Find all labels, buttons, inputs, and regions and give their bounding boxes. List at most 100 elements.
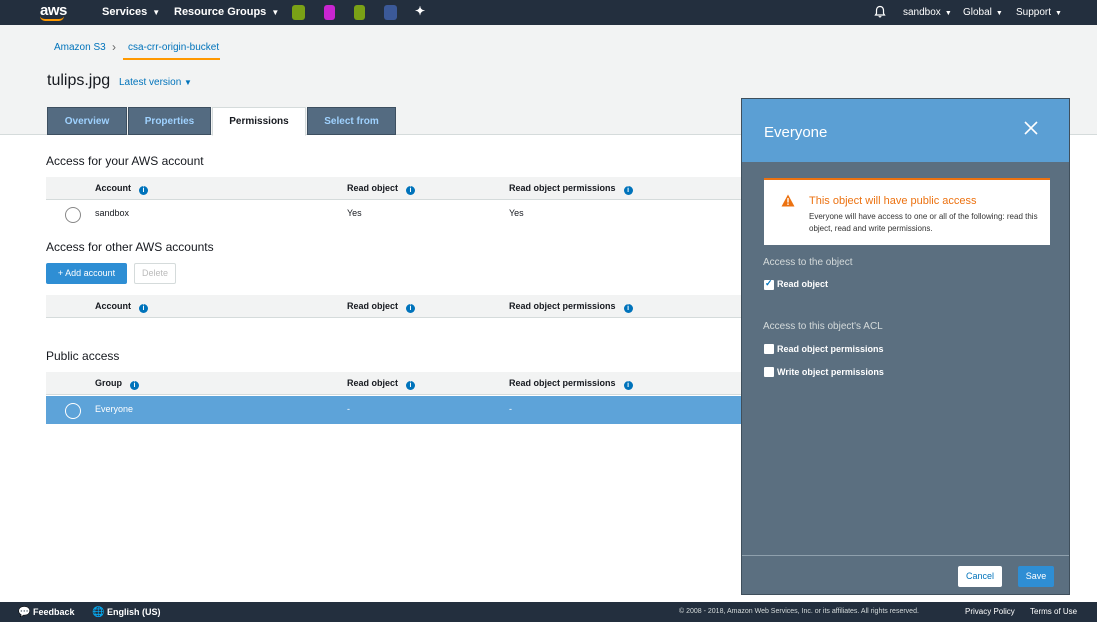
- chevron-down-icon: ▼: [271, 8, 280, 17]
- aws-logo-smile: [40, 16, 64, 21]
- account-label: sandbox: [903, 7, 941, 18]
- public-access-table-header: Group i Read object i Read object permissi…: [46, 372, 741, 395]
- col-read-permissions: Read object permissions i: [509, 301, 633, 313]
- chevron-down-icon: ▼: [944, 10, 952, 17]
- write-permissions-label[interactable]: Write object permissions: [777, 367, 884, 377]
- delete-button: Delete: [134, 263, 176, 284]
- cancel-button[interactable]: Cancel: [958, 566, 1002, 587]
- privacy-policy-link[interactable]: Privacy Policy: [965, 607, 1015, 616]
- footer: 💬 Feedback 🌐 English (US) © 2008 - 2018,…: [0, 602, 1097, 622]
- support-label: Support: [1016, 7, 1052, 18]
- panel-title: Everyone: [764, 124, 828, 141]
- write-permissions-checkbox[interactable]: [764, 367, 774, 377]
- acl-access-label: Access to this object's ACL: [763, 321, 883, 332]
- read-permissions-cell: Yes: [509, 208, 524, 218]
- col-account-label: Account: [95, 301, 131, 311]
- read-permissions-cell: -: [509, 404, 512, 414]
- col-group-label: Group: [95, 378, 122, 388]
- account-menu[interactable]: sandbox ▼: [903, 7, 952, 18]
- breadcrumb-amazon-s3[interactable]: Amazon S3: [54, 42, 106, 53]
- row-select-radio[interactable]: [65, 207, 81, 223]
- resource-groups-menu[interactable]: Resource Groups ▼: [174, 6, 279, 18]
- info-icon[interactable]: i: [406, 304, 416, 313]
- info-icon[interactable]: i: [406, 186, 416, 195]
- panel-footer-divider: [742, 555, 1069, 556]
- support-menu[interactable]: Support ▼: [1016, 7, 1062, 18]
- codecommit-icon[interactable]: [354, 5, 365, 20]
- col-read-permissions-label: Read object permissions: [509, 183, 616, 193]
- col-account: Account i: [95, 183, 148, 195]
- page-title: tulips.jpg: [47, 72, 111, 89]
- resource-groups-label: Resource Groups: [174, 6, 267, 18]
- info-icon[interactable]: i: [406, 381, 416, 390]
- feedback-link[interactable]: 💬 Feedback: [18, 607, 75, 618]
- save-button[interactable]: Save: [1018, 566, 1054, 587]
- read-permissions-checkbox[interactable]: [764, 344, 774, 354]
- panel-header: Everyone: [742, 99, 1069, 162]
- info-icon[interactable]: i: [623, 186, 633, 195]
- read-permissions-label[interactable]: Read object permissions: [777, 344, 884, 354]
- close-icon[interactable]: [1022, 119, 1040, 137]
- col-group: Group i: [95, 378, 139, 390]
- group-cell: Everyone: [95, 404, 134, 414]
- pin-icon[interactable]: ✦: [415, 4, 425, 18]
- col-read-permissions: Read object permissions i: [509, 183, 633, 195]
- version-dropdown[interactable]: Latest version ▼: [119, 77, 192, 88]
- warning-icon: [781, 194, 795, 207]
- info-icon[interactable]: i: [139, 304, 148, 313]
- breadcrumb-active-indicator: [123, 58, 220, 60]
- services-menu[interactable]: Services ▼: [102, 6, 160, 18]
- alert-body: Everyone will have access to one or all …: [809, 212, 1038, 233]
- public-access-heading: Public access: [46, 349, 120, 363]
- globe-icon: 🌐: [92, 607, 105, 618]
- notification-bell-icon[interactable]: [873, 5, 887, 19]
- copyright-text: © 2008 - 2018, Amazon Web Services, Inc.…: [679, 608, 919, 615]
- read-object-cell: Yes: [347, 208, 362, 218]
- col-read-object-label: Read object: [347, 378, 399, 388]
- services-label: Services: [102, 6, 148, 18]
- col-account-label: Account: [95, 183, 131, 193]
- region-label: Global: [963, 7, 992, 18]
- tab-permissions[interactable]: Permissions: [212, 107, 306, 136]
- row-select-radio[interactable]: [65, 403, 81, 419]
- own-account-table-header: Account i Read object i Read object permis…: [46, 177, 741, 200]
- chevron-down-icon: ▼: [152, 8, 161, 17]
- tab-select-from[interactable]: Select from: [307, 107, 396, 135]
- col-read-object: Read object i: [347, 183, 416, 195]
- region-menu[interactable]: Global ▼: [963, 7, 1003, 18]
- codepipeline-icon[interactable]: [324, 5, 335, 20]
- own-account-heading: Access for your AWS account: [46, 154, 204, 168]
- col-read-permissions-label: Read object permissions: [509, 301, 616, 311]
- info-icon[interactable]: i: [623, 304, 633, 313]
- col-read-object-label: Read object: [347, 183, 399, 193]
- breadcrumb-bucket[interactable]: csa-crr-origin-bucket: [128, 42, 219, 53]
- col-read-object-label: Read object: [347, 301, 399, 311]
- public-access-alert: This object will have public access Ever…: [764, 178, 1050, 245]
- tab-overview[interactable]: Overview: [47, 107, 127, 135]
- info-icon[interactable]: i: [139, 186, 148, 195]
- table-row-everyone[interactable]: [46, 396, 741, 424]
- chevron-down-icon: ▼: [1055, 10, 1062, 17]
- info-icon[interactable]: i: [130, 381, 139, 390]
- terms-of-use-link[interactable]: Terms of Use: [1030, 607, 1077, 616]
- col-read-permissions: Read object permissions i: [509, 378, 633, 390]
- col-read-object: Read object i: [347, 301, 416, 313]
- account-cell: sandbox: [95, 208, 130, 218]
- chevron-down-icon: ▼: [184, 78, 192, 87]
- cloud9-icon[interactable]: [292, 5, 305, 20]
- object-access-label: Access to the object: [763, 257, 853, 268]
- breadcrumb-separator-icon: ›: [112, 40, 116, 54]
- alert-title: This object will have public access: [809, 195, 977, 207]
- ec2-icon[interactable]: [384, 5, 397, 20]
- tab-properties[interactable]: Properties: [128, 107, 211, 135]
- read-object-label[interactable]: Read object: [777, 279, 828, 289]
- feedback-label: Feedback: [32, 607, 75, 617]
- add-account-button[interactable]: + Add account: [46, 263, 127, 284]
- chevron-down-icon: ▼: [995, 10, 1003, 17]
- info-icon[interactable]: i: [623, 381, 633, 390]
- language-selector[interactable]: 🌐 English (US): [92, 607, 160, 618]
- language-label: English (US): [106, 607, 161, 617]
- read-object-checkbox[interactable]: ✓: [764, 278, 774, 290]
- read-object-cell: -: [347, 404, 350, 414]
- other-accounts-heading: Access for other AWS accounts: [46, 240, 214, 254]
